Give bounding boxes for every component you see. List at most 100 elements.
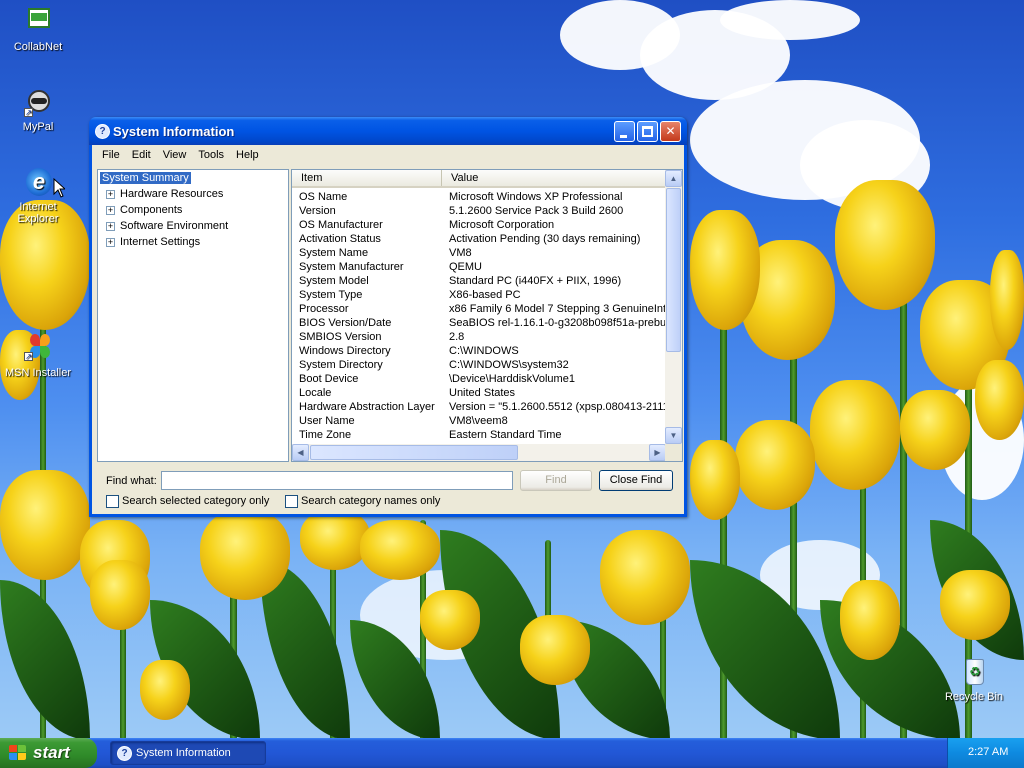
tulip	[975, 360, 1024, 440]
scroll-left-icon[interactable]: ◀	[292, 444, 309, 461]
row-value: Microsoft Corporation	[449, 219, 555, 231]
table-row[interactable]: SMBIOS Version 2.8	[292, 330, 666, 344]
table-row[interactable]: Locale United States	[292, 386, 666, 400]
expand-plus-icon[interactable]: +	[106, 206, 115, 215]
row-value: 2.8	[449, 331, 465, 343]
maximize-icon	[642, 126, 653, 137]
minimize-icon	[620, 135, 627, 138]
tree-item-components[interactable]: + Components	[98, 202, 288, 218]
row-item: Locale	[299, 387, 332, 399]
close-button[interactable]: ✕	[660, 121, 681, 142]
scroll-up-icon[interactable]: ▲	[665, 170, 682, 187]
horizontal-scrollbar[interactable]: ◀ ▶	[292, 444, 666, 461]
table-row[interactable]: Version 5.1.2600 Service Pack 3 Build 260…	[292, 204, 666, 218]
search-category-names-label: Search category names only	[301, 495, 441, 507]
table-row[interactable]: System Directory C:\WINDOWS\system32	[292, 358, 666, 372]
table-row[interactable]: Time Zone Eastern Standard Time	[292, 428, 666, 442]
expand-plus-icon[interactable]: +	[106, 238, 115, 247]
menu-file[interactable]: File	[96, 149, 126, 161]
category-tree[interactable]: System Summary + Hardware Resources + Co…	[97, 169, 289, 462]
tulip	[735, 420, 815, 510]
taskbar-button-system-information[interactable]: ? System Information	[110, 741, 266, 765]
table-row[interactable]: Activation Status Activation Pending (30 …	[292, 232, 666, 246]
tulip	[0, 470, 90, 580]
expand-plus-icon[interactable]: +	[106, 190, 115, 199]
window-title: System Information	[113, 124, 235, 139]
row-value: Microsoft Windows XP Professional	[449, 191, 623, 203]
horizontal-scroll-thumb[interactable]	[310, 445, 518, 460]
details-list[interactable]: Item Value OS Name Microsoft Windows XP P…	[291, 169, 683, 462]
window-client-area: File Edit View Tools Help System Summary…	[92, 145, 684, 514]
table-row[interactable]: Hardware Abstraction Layer Version = "5.1…	[292, 400, 666, 414]
table-row[interactable]: System Name VM8	[292, 246, 666, 260]
maximize-button[interactable]	[637, 121, 658, 142]
find-bar: Find what: Find Close Find Search select…	[92, 467, 684, 514]
menu-tools[interactable]: Tools	[192, 149, 230, 161]
table-row[interactable]: System Type X86-based PC	[292, 288, 666, 302]
row-item: System Manufacturer	[299, 261, 404, 273]
tulip	[360, 520, 440, 580]
search-selected-category-label: Search selected category only	[122, 495, 270, 507]
tulip	[900, 390, 970, 470]
minimize-button[interactable]	[614, 121, 635, 142]
desktop-icon-msn-installer[interactable]: ↗ MSN Installer	[0, 332, 76, 379]
tree-item-label: System Summary	[100, 172, 191, 184]
row-value: \Device\HarddiskVolume1	[449, 373, 575, 385]
tree-item-system-summary[interactable]: System Summary	[98, 170, 288, 186]
scroll-right-icon[interactable]: ▶	[649, 444, 666, 461]
menu-edit[interactable]: Edit	[126, 149, 157, 161]
column-header-value[interactable]: Value	[442, 170, 666, 186]
taskbar: start ? System Information 2:27 AM	[0, 738, 1024, 768]
raccoon-icon: ↗	[22, 86, 54, 118]
table-row[interactable]: System Model Standard PC (i440FX + PIIX, …	[292, 274, 666, 288]
windows-flag-icon	[9, 745, 27, 761]
close-find-button[interactable]: Close Find	[599, 470, 673, 491]
row-value: QEMU	[449, 261, 482, 273]
desktop-icon-mypal[interactable]: ↗ MyPal	[0, 86, 76, 133]
find-button[interactable]: Find	[520, 470, 592, 491]
row-item: Version	[299, 205, 336, 217]
table-row[interactable]: Boot Device \Device\HarddiskVolume1	[292, 372, 666, 386]
tree-item-label: Internet Settings	[120, 236, 201, 248]
scroll-down-icon[interactable]: ▼	[665, 427, 682, 444]
tree-item-software-environment[interactable]: + Software Environment	[98, 218, 288, 234]
tree-item-label: Software Environment	[120, 220, 229, 232]
table-row[interactable]: OS Name Microsoft Windows XP Professional	[292, 190, 666, 204]
find-what-input[interactable]	[161, 471, 513, 490]
table-row[interactable]: System Manufacturer QEMU	[292, 260, 666, 274]
find-what-label: Find what:	[106, 475, 157, 487]
table-row[interactable]: User Name VM8\veem8	[292, 414, 666, 428]
desktop-icon-label: CollabNet	[13, 41, 63, 53]
tulip	[690, 210, 760, 330]
tree-item-internet-settings[interactable]: + Internet Settings	[98, 234, 288, 250]
search-selected-category-checkbox[interactable]	[106, 495, 119, 508]
list-header: Item Value	[292, 170, 682, 188]
menu-help[interactable]: Help	[230, 149, 265, 161]
search-category-names-checkbox[interactable]	[285, 495, 298, 508]
row-item: System Name	[299, 247, 369, 259]
desktop-icon-label: MyPal	[22, 121, 54, 133]
vertical-scrollbar[interactable]: ▲ ▼	[665, 170, 682, 444]
row-value: 5.1.2600 Service Pack 3 Build 2600	[449, 205, 624, 217]
desktop-icon-collabnet[interactable]: CollabNet	[0, 6, 76, 53]
row-item: Hardware Abstraction Layer	[299, 401, 435, 413]
tree-item-hardware-resources[interactable]: + Hardware Resources	[98, 186, 288, 202]
table-row[interactable]: Processor x86 Family 6 Model 7 Stepping 3…	[292, 302, 666, 316]
row-value: SeaBIOS rel-1.16.1-0-g3208b098f51a-prebu…	[449, 317, 666, 329]
row-item: Processor	[299, 303, 349, 315]
table-row[interactable]: BIOS Version/Date SeaBIOS rel-1.16.1-0-g3…	[292, 316, 666, 330]
desktop-icon-recycle-bin[interactable]: ♻ Recycle Bin	[936, 656, 1012, 703]
row-value: x86 Family 6 Model 7 Stepping 3 GenuineI…	[449, 303, 666, 315]
start-button[interactable]: start	[0, 738, 97, 768]
row-item: OS Name	[299, 191, 348, 203]
vertical-scroll-thumb[interactable]	[666, 188, 681, 352]
system-information-window[interactable]: ? System Information ✕ File Edit View To…	[89, 117, 687, 517]
table-row[interactable]: OS Manufacturer Microsoft Corporation	[292, 218, 666, 232]
clock[interactable]: 2:27 AM	[968, 746, 1008, 758]
expand-plus-icon[interactable]: +	[106, 222, 115, 231]
column-header-item[interactable]: Item	[292, 170, 442, 186]
menu-view[interactable]: View	[157, 149, 193, 161]
title-bar[interactable]: ? System Information ✕	[89, 117, 687, 145]
row-value: United States	[449, 387, 516, 399]
table-row[interactable]: Windows Directory C:\WINDOWS	[292, 344, 666, 358]
